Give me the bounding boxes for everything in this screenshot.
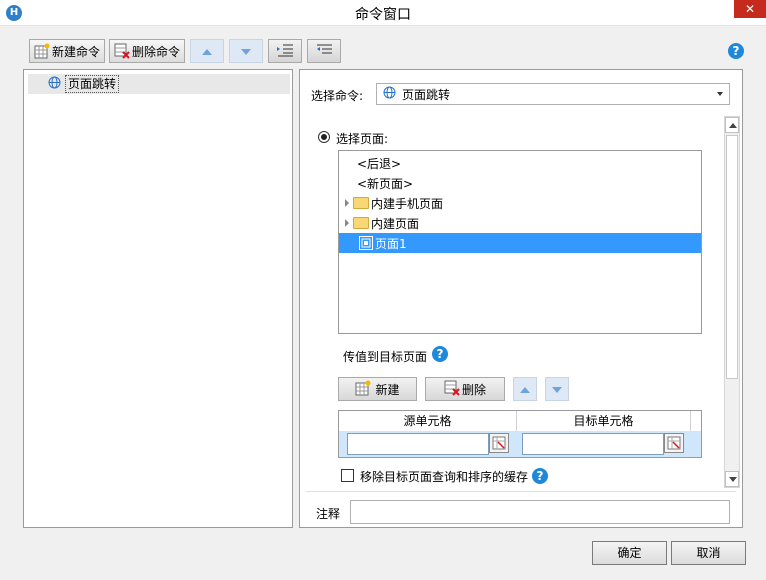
help-icon[interactable]: ? [432, 346, 448, 362]
divider [306, 491, 736, 492]
new-command-button[interactable]: 新建命令 [29, 39, 105, 63]
page-list[interactable]: <后退> <新页面> 内建手机页面 内建页面 页面1 [338, 150, 702, 334]
arrow-up-icon [202, 44, 212, 58]
help-icon[interactable]: ? [532, 468, 548, 484]
window-title: 命令窗口 [355, 7, 411, 23]
clear-cache-label: 移除目标页面查询和排序的缓存 [360, 470, 529, 484]
grid-header-target: 目标单元格 [517, 411, 691, 431]
command-item-label: 页面跳转 [65, 75, 120, 93]
ok-button[interactable]: 确定 [592, 541, 667, 565]
command-type-select[interactable]: 页面跳转 [376, 83, 730, 105]
cell-picker-icon [492, 436, 506, 450]
arrow-up-icon [729, 123, 737, 128]
command-list: 页面跳转 [23, 69, 293, 528]
folder-icon [353, 197, 369, 209]
select-page-radio[interactable] [318, 131, 330, 143]
delete-table-icon [444, 380, 460, 399]
delete-mapping-label: 删除 [461, 382, 486, 397]
expand-arrow-icon[interactable] [345, 219, 349, 227]
delete-mapping-button[interactable]: 删除 [425, 377, 505, 401]
target-cell-input[interactable] [522, 433, 664, 455]
command-item[interactable]: 页面跳转 [28, 74, 290, 94]
clear-cache-checkbox[interactable] [341, 469, 354, 482]
mapping-up-button[interactable] [513, 377, 537, 401]
new-table-icon [355, 380, 371, 399]
table-row[interactable] [339, 431, 701, 457]
page-folder-mobile[interactable]: 内建手机页面 [339, 193, 701, 213]
page-icon [359, 236, 373, 250]
cancel-button[interactable]: 取消 [671, 541, 746, 565]
note-label: 注释 [316, 507, 341, 521]
delete-command-label: 删除命令 [132, 44, 181, 59]
page-folder-builtin[interactable]: 内建页面 [339, 213, 701, 233]
folder-icon [353, 217, 369, 229]
page-item-label: 页面1 [375, 236, 407, 251]
cell-picker-icon [667, 436, 681, 450]
select-command-label: 选择命令: [311, 89, 364, 103]
arrow-down-icon [552, 382, 562, 396]
move-down-button[interactable] [229, 39, 263, 63]
command-detail-panel: 选择命令: 页面跳转 选择页面: <后退> <新页面> 内建手机页面 内建页面 [299, 69, 743, 528]
command-type-value: 页面跳转 [402, 87, 451, 102]
source-cell-input[interactable] [347, 433, 489, 455]
mapping-down-button[interactable] [545, 377, 569, 401]
arrow-down-icon [729, 477, 737, 482]
scroll-thumb[interactable] [726, 135, 738, 379]
globe-icon [48, 76, 61, 92]
arrow-down-icon [241, 44, 251, 58]
note-input[interactable] [350, 500, 730, 524]
new-table-icon [34, 43, 50, 59]
grid-header-source: 源单元格 [339, 411, 517, 431]
help-icon[interactable]: ? [728, 43, 744, 59]
delete-command-button[interactable]: 删除命令 [109, 39, 185, 63]
add-mapping-button[interactable]: 新建 [338, 377, 417, 401]
page-item-label: <新页面> [357, 176, 414, 191]
page-item-page1[interactable]: 页面1 [339, 233, 701, 253]
indent-list-icon [277, 43, 293, 60]
pass-values-label: 传值到目标页面 [343, 350, 428, 364]
vertical-scrollbar[interactable] [724, 116, 740, 488]
mapping-grid: 源单元格 目标单元格 [338, 410, 702, 458]
move-up-button[interactable] [190, 39, 224, 63]
page-item-label: <后退> [357, 156, 402, 171]
page-item-back[interactable]: <后退> [339, 153, 701, 173]
outdent-button[interactable] [307, 39, 341, 63]
page-item-new[interactable]: <新页面> [339, 173, 701, 193]
select-page-label: 选择页面: [336, 132, 389, 146]
arrow-up-icon [520, 382, 530, 396]
delete-table-icon [114, 43, 130, 59]
add-mapping-label: 新建 [375, 382, 400, 397]
chevron-down-icon [717, 92, 723, 96]
close-button[interactable]: ✕ [734, 0, 766, 18]
scroll-down-button[interactable] [725, 471, 739, 487]
globe-icon [383, 86, 396, 102]
indent-button[interactable] [268, 39, 302, 63]
page-item-label: 内建页面 [371, 216, 420, 231]
target-cell-picker-button[interactable] [664, 433, 684, 453]
title-bar: H 命令窗口 ✕ [0, 0, 766, 26]
page-item-label: 内建手机页面 [371, 196, 444, 211]
expand-arrow-icon[interactable] [345, 199, 349, 207]
new-command-label: 新建命令 [52, 44, 101, 59]
outdent-list-icon [316, 43, 332, 60]
scroll-up-button[interactable] [725, 117, 739, 133]
source-cell-picker-button[interactable] [489, 433, 509, 453]
